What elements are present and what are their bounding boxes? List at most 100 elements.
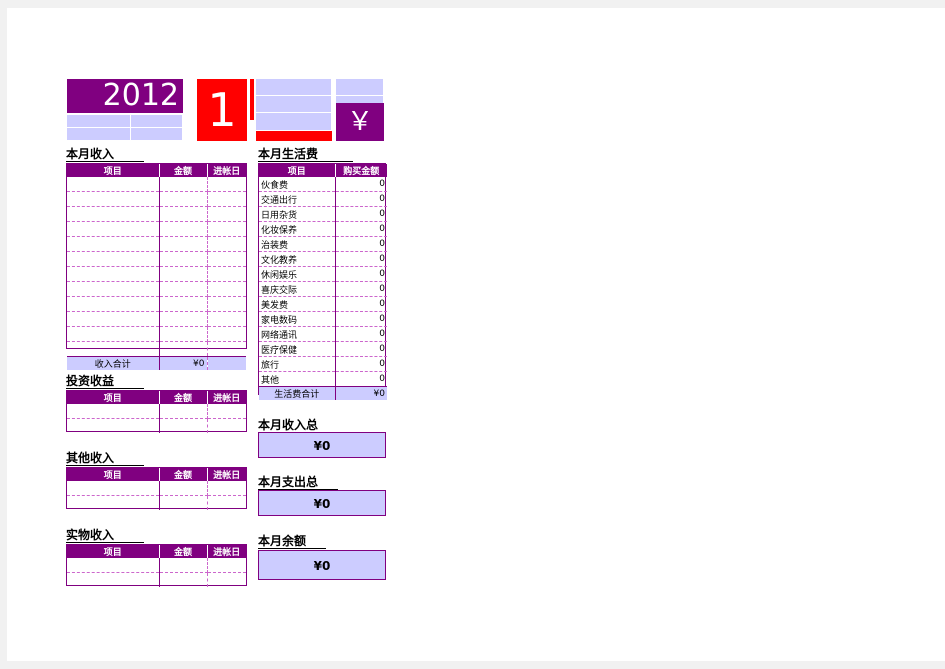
- goods-income-table-body[interactable]: [67, 558, 246, 587]
- table-row[interactable]: 旅行 0: [259, 356, 387, 372]
- table-row[interactable]: 其他 0: [259, 371, 387, 387]
- goods-income-cell-item[interactable]: [67, 558, 160, 573]
- table-row[interactable]: 网络通讯 0: [259, 326, 387, 342]
- income-cell-amount[interactable]: [159, 326, 208, 342]
- living-expense-table[interactable]: 项目 购买金额 伙食费 0 交通出行 0 日用杂货 0 化妆保养 0 治装费 0 文化教养…: [258, 163, 387, 400]
- investment-cell-date[interactable]: [207, 404, 246, 419]
- table-row[interactable]: [67, 341, 246, 357]
- banner-cell-r2c4[interactable]: [256, 96, 332, 113]
- table-row[interactable]: [67, 558, 246, 573]
- expense-cell-amount[interactable]: 0: [335, 251, 387, 267]
- investment-table[interactable]: 项目 金额 进帐日: [66, 390, 247, 433]
- income-cell-item[interactable]: [67, 341, 160, 357]
- other-income-cell-amount[interactable]: [159, 481, 208, 496]
- income-cell-date[interactable]: [207, 341, 246, 357]
- banner-cell-r1c4[interactable]: [256, 79, 332, 96]
- table-row[interactable]: [67, 481, 246, 496]
- table-row[interactable]: [67, 495, 246, 510]
- banner-cell-r2c1[interactable]: [67, 115, 131, 128]
- income-cell-date[interactable]: [207, 281, 246, 297]
- expense-cell-amount[interactable]: 0: [335, 236, 387, 252]
- income-cell-date[interactable]: [207, 221, 246, 237]
- expense-cell-amount[interactable]: 0: [335, 177, 387, 192]
- goods-income-cell-date[interactable]: [207, 573, 246, 588]
- table-row[interactable]: [67, 236, 246, 252]
- table-row[interactable]: [67, 311, 246, 327]
- investment-table-body[interactable]: [67, 404, 246, 433]
- income-cell-amount[interactable]: [159, 266, 208, 282]
- goods-income-cell-amount[interactable]: [159, 558, 208, 573]
- other-income-table[interactable]: 项目 金额 进帐日: [66, 467, 247, 510]
- table-row[interactable]: [67, 206, 246, 222]
- income-table-body[interactable]: 收入合计 ¥0: [67, 177, 246, 370]
- banner-cell-r1c5[interactable]: [336, 79, 384, 96]
- expense-cell-amount[interactable]: 0: [335, 296, 387, 312]
- goods-income-cell-date[interactable]: [207, 558, 246, 573]
- other-income-table-body[interactable]: [67, 481, 246, 510]
- table-row[interactable]: 交通出行 0: [259, 191, 387, 207]
- expense-cell-amount[interactable]: 0: [335, 191, 387, 207]
- expense-cell-amount[interactable]: 0: [335, 326, 387, 342]
- goods-income-cell-item[interactable]: [67, 572, 160, 587]
- table-row[interactable]: 休闲娱乐 0: [259, 266, 387, 282]
- expense-cell-amount[interactable]: 0: [335, 311, 387, 327]
- table-row[interactable]: [67, 326, 246, 342]
- income-cell-date[interactable]: [207, 206, 246, 222]
- income-cell-amount[interactable]: [159, 236, 208, 252]
- table-row[interactable]: 医疗保健 0: [259, 341, 387, 357]
- income-cell-amount[interactable]: [159, 177, 208, 192]
- living-expense-table-body[interactable]: 伙食费 0 交通出行 0 日用杂货 0 化妆保养 0 治装费 0 文化教养 0 休闲娱乐 0 …: [259, 177, 387, 400]
- table-row[interactable]: 化妆保养 0: [259, 221, 387, 237]
- income-cell-date[interactable]: [207, 326, 246, 342]
- income-cell-amount[interactable]: [159, 191, 208, 207]
- income-table[interactable]: 项目 金额 进帐日 收入合计 ¥0: [66, 163, 247, 370]
- banner-cell-r2c2[interactable]: [131, 115, 183, 128]
- table-row[interactable]: 治装费 0: [259, 236, 387, 252]
- table-row[interactable]: [67, 281, 246, 297]
- expense-cell-amount[interactable]: 0: [335, 281, 387, 297]
- investment-cell-amount[interactable]: [159, 404, 208, 419]
- income-cell-item[interactable]: [67, 266, 160, 282]
- other-income-cell-item[interactable]: [67, 495, 160, 510]
- income-cell-date[interactable]: [207, 177, 246, 192]
- expense-cell-amount[interactable]: 0: [335, 206, 387, 222]
- other-income-cell-amount[interactable]: [159, 495, 208, 510]
- income-cell-date[interactable]: [207, 191, 246, 207]
- goods-income-cell-amount[interactable]: [159, 572, 208, 587]
- other-income-cell-date[interactable]: [207, 481, 246, 496]
- income-cell-amount[interactable]: [159, 296, 208, 312]
- income-cell-item[interactable]: [67, 221, 160, 237]
- table-row[interactable]: 美发费 0: [259, 296, 387, 312]
- income-cell-item[interactable]: [67, 177, 160, 192]
- income-cell-item[interactable]: [67, 296, 160, 312]
- income-cell-item[interactable]: [67, 326, 160, 342]
- expense-cell-amount[interactable]: 0: [335, 221, 387, 237]
- table-row[interactable]: [67, 251, 246, 267]
- table-row[interactable]: [67, 221, 246, 237]
- income-cell-amount[interactable]: [159, 221, 208, 237]
- table-row[interactable]: 文化教养 0: [259, 251, 387, 267]
- table-row[interactable]: [67, 191, 246, 207]
- expense-cell-amount[interactable]: 0: [335, 266, 387, 282]
- income-cell-date[interactable]: [207, 266, 246, 282]
- income-cell-item[interactable]: [67, 311, 160, 327]
- banner-cell-r3c4[interactable]: [256, 113, 332, 131]
- expense-cell-amount[interactable]: 0: [335, 371, 387, 387]
- income-cell-date[interactable]: [207, 236, 246, 252]
- table-row[interactable]: [67, 418, 246, 434]
- income-cell-item[interactable]: [67, 281, 160, 297]
- table-row[interactable]: 家电数码 0: [259, 311, 387, 327]
- other-income-cell-item[interactable]: [67, 481, 160, 496]
- income-cell-item[interactable]: [67, 251, 160, 267]
- banner-cell-r3c1[interactable]: [67, 128, 131, 141]
- income-cell-amount[interactable]: [159, 341, 208, 357]
- income-cell-amount[interactable]: [159, 281, 208, 297]
- goods-income-table[interactable]: 项目 金额 进帐日: [66, 544, 247, 587]
- income-cell-amount[interactable]: [159, 311, 208, 327]
- investment-cell-amount[interactable]: [159, 418, 208, 433]
- investment-cell-date[interactable]: [207, 419, 246, 434]
- investment-cell-item[interactable]: [67, 404, 160, 419]
- expense-cell-amount[interactable]: 0: [335, 356, 387, 372]
- year-cell[interactable]: 2012: [67, 79, 183, 113]
- expense-cell-amount[interactable]: 0: [335, 341, 387, 357]
